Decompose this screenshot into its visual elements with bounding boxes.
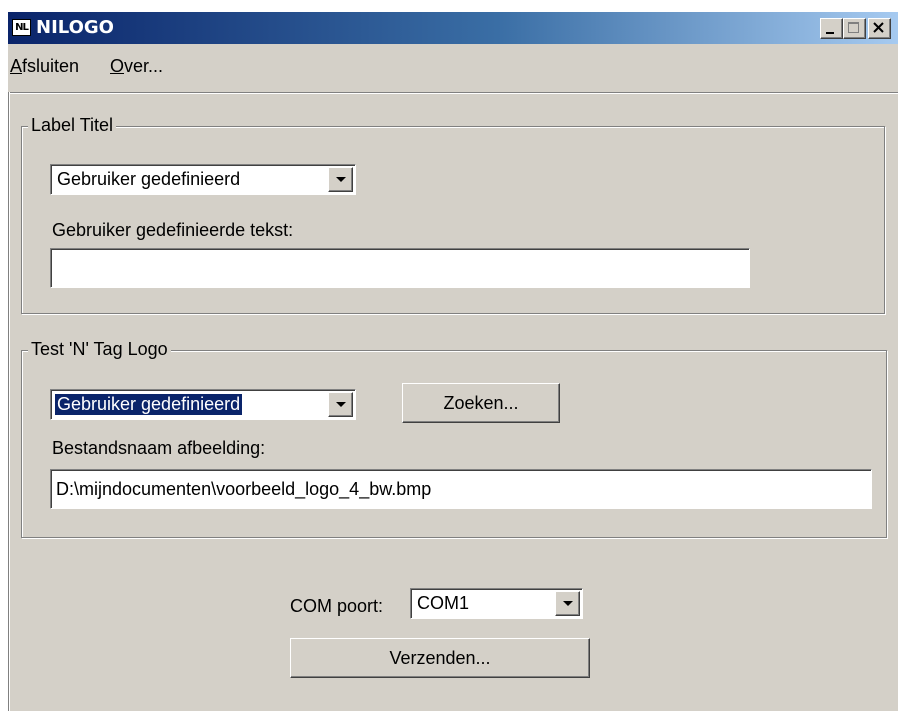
close-icon [873, 22, 884, 33]
maximize-icon [848, 22, 859, 33]
file-name-input[interactable]: D:\mijndocumenten\voorbeeld_logo_4_bw.bm… [50, 469, 872, 509]
app-window: NL NILOGO Afsluiten Over... Label Titel … [8, 12, 898, 711]
maximize-button[interactable] [843, 18, 866, 39]
menu-afsluiten-accel: A [10, 56, 23, 76]
com-port-value: COM1 [417, 593, 470, 613]
app-logo-icon: NL [12, 19, 31, 36]
minimize-button[interactable] [820, 18, 843, 39]
menu-separator [8, 92, 898, 94]
logo-select-value: Gebruiker gedefinieerd [53, 393, 244, 416]
menu-afsluiten-label: fsluiten [22, 56, 80, 76]
menu-afsluiten[interactable]: Afsluiten [10, 56, 79, 77]
label-titel-select[interactable]: Gebruiker gedefinieerd [50, 164, 356, 195]
menu-over[interactable]: Over... [110, 56, 163, 77]
title-bar[interactable]: NL NILOGO [8, 12, 898, 44]
com-port-dropdown-arrow-icon[interactable] [555, 591, 580, 616]
search-button[interactable]: Zoeken... [402, 383, 560, 423]
client-edge [8, 92, 10, 711]
send-button[interactable]: Verzenden... [290, 638, 590, 678]
logo-group-legend: Test 'N' Tag Logo [28, 339, 171, 360]
file-name-value: D:\mijndocumenten\voorbeeld_logo_4_bw.bm… [56, 479, 432, 499]
close-button[interactable] [868, 18, 891, 39]
minimize-icon [826, 32, 834, 34]
menu-over-accel: O [110, 56, 125, 76]
label-titel-select-value: Gebruiker gedefinieerd [57, 169, 241, 189]
window-title: NILOGO [36, 17, 114, 38]
label-titel-legend: Label Titel [28, 115, 117, 136]
logo-dropdown-arrow-icon[interactable] [328, 392, 353, 417]
logo-select[interactable]: Gebruiker gedefinieerd [50, 389, 356, 420]
custom-text-input[interactable] [50, 248, 750, 288]
file-name-label: Bestandsnaam afbeelding: [52, 438, 266, 458]
label-titel-dropdown-arrow-icon[interactable] [328, 167, 353, 192]
custom-text-label: Gebruiker gedefinieerde tekst: [52, 220, 294, 240]
menu-bar: Afsluiten Over... [8, 44, 898, 92]
menu-over-label: ver... [124, 56, 164, 76]
com-port-label: COM poort: [290, 596, 384, 616]
com-port-select[interactable]: COM1 [410, 588, 583, 619]
